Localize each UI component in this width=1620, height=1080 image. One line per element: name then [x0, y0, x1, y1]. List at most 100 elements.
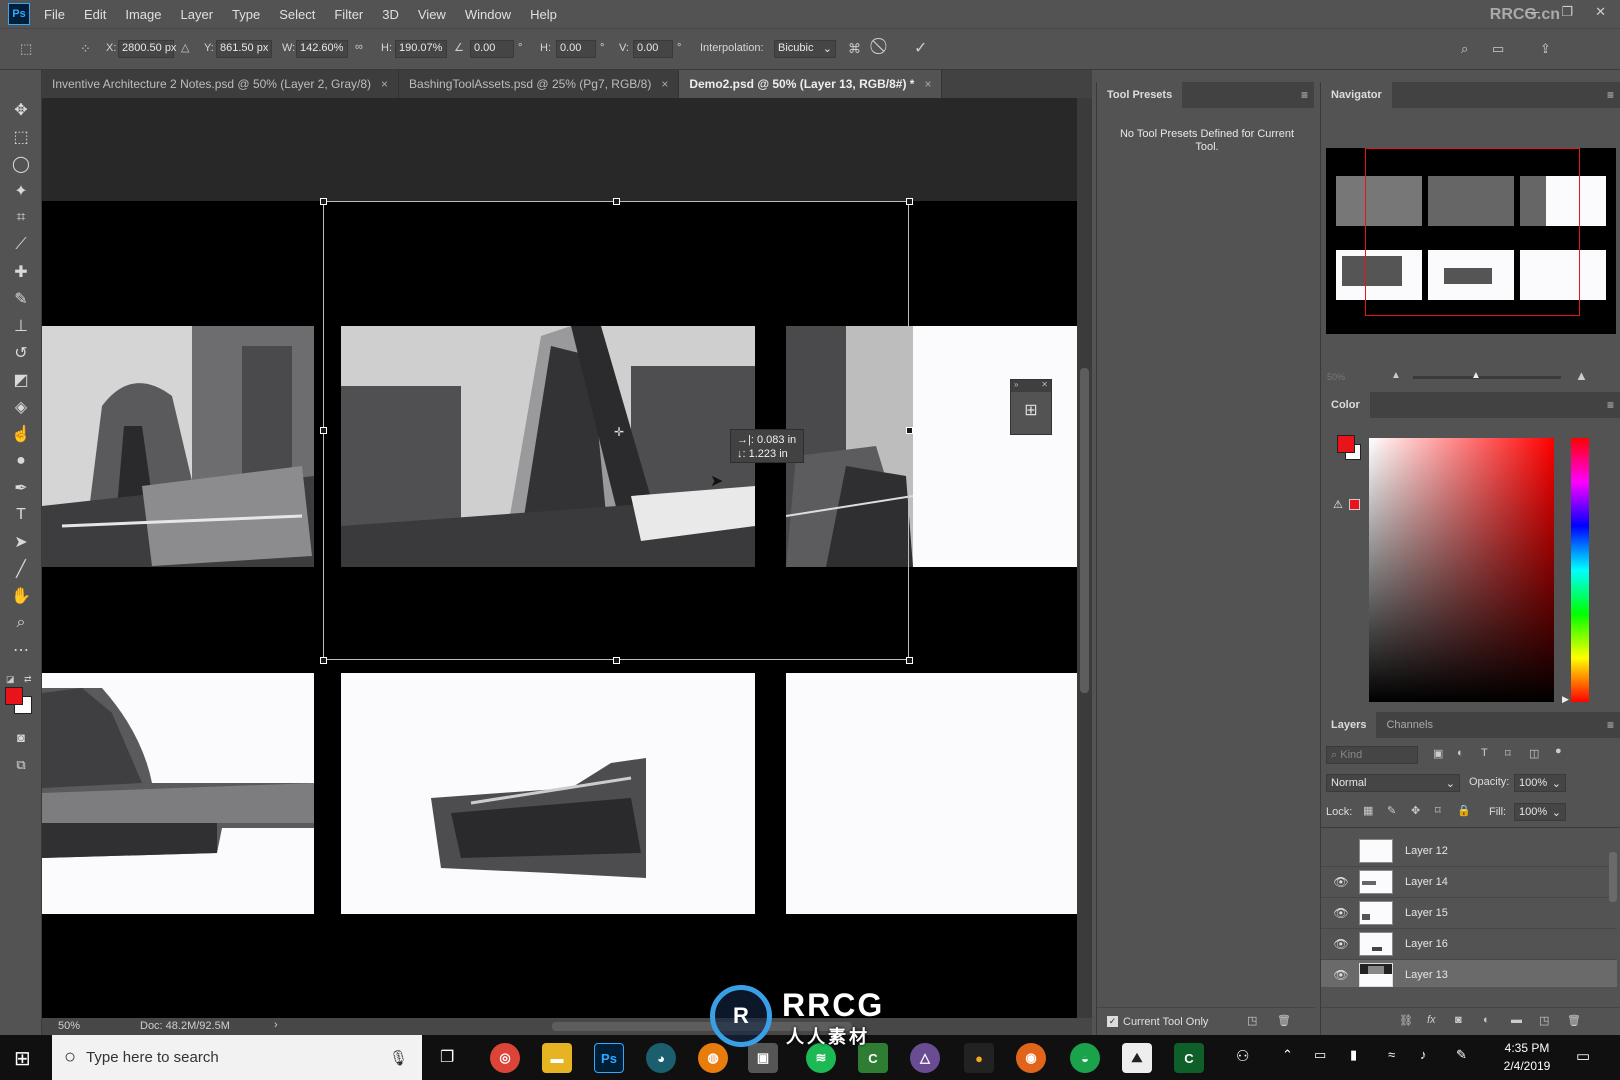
vertical-scrollbar[interactable]: [1077, 98, 1092, 1018]
trash-icon[interactable]: 🗑: [1567, 1014, 1581, 1027]
zoom-in-icon[interactable]: ▲: [1575, 368, 1588, 383]
tab-channels[interactable]: Channels: [1376, 712, 1443, 738]
filter-adjustment-icon[interactable]: ◐: [1457, 747, 1464, 759]
width-input[interactable]: 142.60%: [296, 40, 348, 58]
filter-type-icon[interactable]: T: [1481, 747, 1488, 759]
task-view-icon[interactable]: ❐: [440, 1047, 454, 1067]
close-icon[interactable]: ✕: [1041, 380, 1048, 389]
clock-date[interactable]: 2/4/2019: [1492, 1059, 1562, 1073]
menu-edit[interactable]: Edit: [84, 7, 106, 22]
eye-icon[interactable]: 👁: [1333, 937, 1349, 951]
eye-icon[interactable]: 👁: [1333, 875, 1349, 889]
tab-tool-presets[interactable]: Tool Presets: [1097, 82, 1183, 108]
gamut-warning-icon[interactable]: ⚠: [1333, 498, 1343, 511]
app-icon[interactable]: ◕: [646, 1043, 676, 1073]
zoom-slider-thumb[interactable]: ▲: [1471, 370, 1481, 381]
quick-mask-icon[interactable]: ◙: [8, 725, 34, 749]
transform-handle[interactable]: [613, 198, 620, 205]
menu-view[interactable]: View: [418, 7, 446, 22]
taskbar-search[interactable]: ○ Type here to search 🎙: [52, 1035, 422, 1080]
lasso-tool-icon[interactable]: ◯: [8, 152, 34, 176]
filter-pixel-icon[interactable]: ▣: [1433, 747, 1443, 760]
close-tab-icon[interactable]: ×: [381, 77, 388, 91]
transform-handle[interactable]: [906, 198, 913, 205]
angle-input[interactable]: 0.00: [470, 40, 514, 58]
layer-row[interactable]: Layer 12: [1321, 836, 1617, 867]
menu-layer[interactable]: Layer: [181, 7, 214, 22]
menu-help[interactable]: Help: [530, 7, 557, 22]
smudge-tool-icon[interactable]: ☝: [8, 422, 34, 446]
microphone-icon[interactable]: 🎙: [389, 1049, 408, 1067]
adjustment-layer-icon[interactable]: ◐: [1483, 1014, 1490, 1026]
properties-icon[interactable]: ⊞: [1011, 400, 1051, 420]
hue-slider-marker[interactable]: ▶: [1562, 694, 1569, 705]
color-field[interactable]: [1369, 438, 1554, 702]
paint-bucket-tool-icon[interactable]: ◈: [8, 395, 34, 419]
foreground-color-swatch[interactable]: [1337, 435, 1355, 453]
status-menu-arrow[interactable]: ›: [274, 1019, 278, 1031]
windows-start-icon[interactable]: ⊞: [14, 1046, 31, 1071]
tab-color[interactable]: Color: [1321, 392, 1370, 418]
filter-smart-object-icon[interactable]: ◫: [1529, 747, 1539, 760]
tab-bashing-tool-assets[interactable]: BashingToolAssets.psd @ 25% (Pg7, RGB/8)…: [399, 70, 680, 98]
foreground-color-swatch[interactable]: [5, 687, 23, 705]
share-icon[interactable]: ⇪: [1540, 41, 1551, 57]
app-icon[interactable]: ●: [964, 1043, 994, 1073]
crop-tool-icon[interactable]: ⌗: [8, 206, 34, 230]
more-tools-icon[interactable]: ⋯: [8, 638, 34, 662]
tray-icon[interactable]: ▭: [1314, 1047, 1326, 1063]
transform-tool-icon[interactable]: ⬚: [20, 41, 32, 57]
menu-3d[interactable]: 3D: [382, 7, 399, 22]
healing-brush-tool-icon[interactable]: ✚: [8, 260, 34, 284]
lock-transparency-icon[interactable]: ▦: [1363, 804, 1373, 817]
menu-filter[interactable]: Filter: [334, 7, 363, 22]
type-tool-icon[interactable]: T: [8, 503, 34, 527]
zoom-out-icon[interactable]: ▲: [1391, 370, 1401, 381]
hskew-input[interactable]: 0.00: [556, 40, 596, 58]
layer-kind-filter[interactable]: ⌕ Kind: [1326, 746, 1418, 764]
interpolation-select[interactable]: Bicubic ⌄: [774, 40, 836, 58]
tab-navigator[interactable]: Navigator: [1321, 82, 1392, 108]
filter-shape-icon[interactable]: ⌑: [1505, 747, 1511, 760]
transform-handle[interactable]: [320, 657, 327, 664]
app-icon[interactable]: △: [910, 1043, 940, 1073]
panel-menu-icon[interactable]: ≡: [1301, 88, 1308, 102]
transform-handle[interactable]: [320, 427, 327, 434]
eraser-tool-icon[interactable]: ◩: [8, 368, 34, 392]
path-selection-tool-icon[interactable]: ➤: [8, 530, 34, 554]
hand-tool-icon[interactable]: ✋: [8, 584, 34, 608]
close-tab-icon[interactable]: ×: [924, 77, 931, 91]
layer-row-selected[interactable]: 👁 Layer 13: [1321, 960, 1617, 987]
action-center-icon[interactable]: ▭: [1576, 1047, 1590, 1065]
vskew-input[interactable]: 0.00: [633, 40, 673, 58]
panel-menu-icon[interactable]: ≡: [1607, 88, 1614, 102]
document-canvas[interactable]: ✛ →|: 0.083 in ↓: 1.223 in ➤ » ✕ ⊞: [42, 198, 1077, 1018]
fill-input[interactable]: 100% ⌄: [1514, 803, 1566, 821]
close-icon[interactable]: ✕: [1595, 4, 1606, 20]
close-tab-icon[interactable]: ×: [661, 77, 668, 91]
layer-name[interactable]: Layer 13: [1405, 969, 1448, 981]
app-icon[interactable]: ◒: [1070, 1043, 1100, 1073]
add-mask-icon[interactable]: ◙: [1455, 1014, 1462, 1026]
app-icon[interactable]: C: [1174, 1043, 1204, 1073]
clock-time[interactable]: 4:35 PM: [1492, 1041, 1562, 1055]
transform-handle[interactable]: [320, 198, 327, 205]
commit-transform-icon[interactable]: ✓: [914, 38, 927, 58]
panel-menu-icon[interactable]: ≡: [1607, 398, 1614, 412]
people-icon[interactable]: ⚇: [1236, 1047, 1249, 1065]
dodge-tool-icon[interactable]: ●: [8, 449, 34, 473]
chevron-up-icon[interactable]: ⌃: [1282, 1047, 1293, 1063]
new-preset-icon[interactable]: ◳: [1247, 1014, 1257, 1027]
restore-icon[interactable]: ❐: [1561, 4, 1573, 20]
pen-icon[interactable]: ✎: [1456, 1047, 1467, 1063]
blend-mode-select[interactable]: Normal ⌄: [1326, 774, 1460, 792]
reference-point-icon[interactable]: ⁘: [80, 41, 91, 57]
lock-position-icon[interactable]: ✥: [1411, 804, 1420, 817]
delta-icon[interactable]: △: [181, 41, 189, 54]
new-layer-icon[interactable]: ◳: [1539, 1014, 1549, 1027]
layer-name[interactable]: Layer 16: [1405, 938, 1448, 950]
layer-name[interactable]: Layer 15: [1405, 907, 1448, 919]
navigator-view-box[interactable]: [1365, 148, 1580, 316]
menu-file[interactable]: File: [44, 7, 65, 22]
fx-icon[interactable]: fx: [1427, 1014, 1436, 1026]
